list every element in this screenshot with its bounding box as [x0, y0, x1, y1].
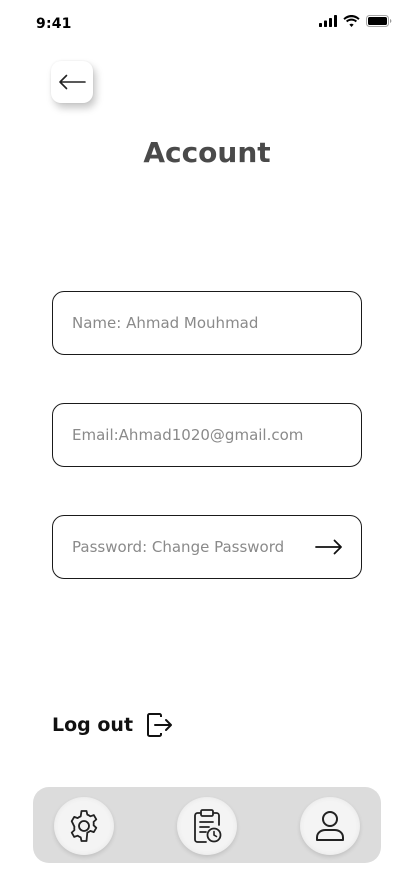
- email-field-placeholder: Email:Ahmad1020@gmail.com: [72, 426, 304, 444]
- clipboard-clock-icon: [194, 809, 222, 843]
- status-bar: 9:41: [0, 0, 414, 48]
- password-field[interactable]: Password: Change Password: [52, 515, 362, 579]
- tab-tasks[interactable]: [177, 797, 237, 855]
- status-icons: [319, 15, 392, 27]
- tab-settings[interactable]: [54, 797, 114, 855]
- battery-icon: [366, 15, 392, 27]
- arrow-left-icon: [59, 74, 86, 90]
- arrow-right-icon[interactable]: [315, 539, 343, 555]
- user-icon: [316, 811, 344, 841]
- logout-button[interactable]: Log out: [52, 713, 173, 737]
- signal-icon: [319, 15, 337, 27]
- page-title: Account: [143, 136, 271, 169]
- wifi-icon: [343, 15, 360, 27]
- status-time: 9:41: [36, 16, 72, 32]
- email-field[interactable]: Email:Ahmad1020@gmail.com: [52, 403, 362, 467]
- logout-icon: [147, 713, 173, 737]
- name-field[interactable]: Name: Ahmad Mouhmad: [52, 291, 362, 355]
- password-field-placeholder: Password: Change Password: [72, 538, 285, 556]
- name-field-placeholder: Name: Ahmad Mouhmad: [72, 314, 259, 332]
- gear-icon: [70, 810, 98, 842]
- tab-profile[interactable]: [300, 797, 360, 855]
- tab-bar: [33, 787, 381, 863]
- logout-label: Log out: [52, 714, 134, 736]
- back-button[interactable]: [51, 61, 93, 103]
